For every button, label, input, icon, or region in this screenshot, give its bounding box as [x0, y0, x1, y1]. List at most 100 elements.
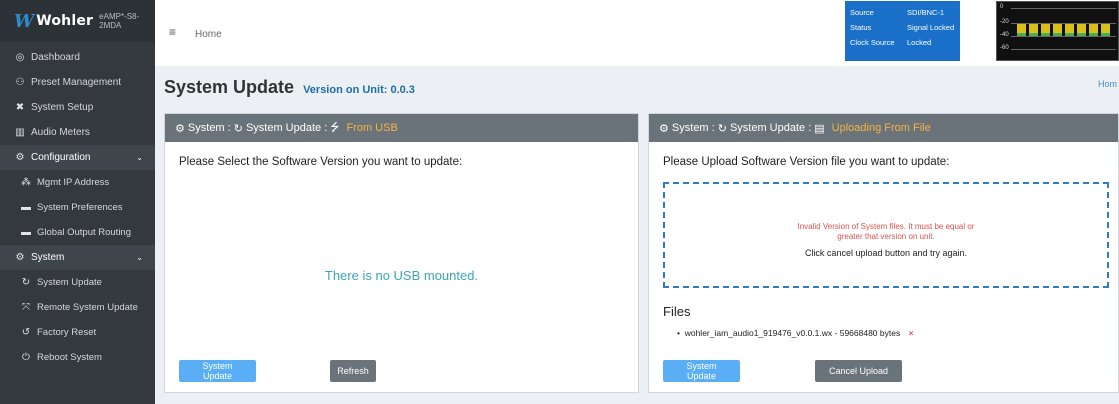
meter-scale-label: 0 [1000, 4, 1004, 10]
files-heading: Files [663, 304, 691, 319]
usb-update-panel: ⚙ System : ↻ System Update : ⭍ From USB … [164, 113, 639, 393]
remove-file-icon[interactable]: × [909, 328, 914, 338]
error-line: Invalid Version of System files. It must… [797, 222, 975, 231]
dashboard-icon: ◎ [15, 52, 25, 63]
signal-status-panel: Source SDI/BNC-1 Status Signal Locked Cl… [845, 1, 960, 61]
sidebar-item-label: Dashboard [31, 52, 80, 63]
chart-icon: ▥ [15, 127, 25, 138]
wohler-logo-text: Wohler [36, 13, 94, 29]
chevron-down-icon: ⌄ [136, 153, 143, 162]
power-icon: ⏻ [22, 352, 30, 363]
meter-gridline [1011, 49, 1116, 50]
meter-bar [1089, 24, 1098, 36]
gear-icon: ⚙ [15, 152, 25, 163]
meter-bar [1077, 24, 1086, 36]
sidebar-item-preset-management[interactable]: ⚇ Preset Management [0, 70, 155, 95]
remote-icon: ⤧ [22, 302, 30, 313]
system-update-button[interactable]: System Update [179, 360, 256, 382]
keyboard-icon: ▬ [21, 227, 31, 238]
sidebar-item-configuration[interactable]: ⚙ Configuration ⌄ [0, 145, 155, 170]
version-label: Version on Unit: 0.0.3 [303, 84, 415, 96]
sidebar-item-label: System Update [37, 277, 102, 288]
sidebar-item-remote-system-update[interactable]: ⤧ Remote System Update [0, 295, 155, 320]
undo-icon: ↺ [21, 327, 31, 338]
panel-header-source: From USB [346, 122, 398, 134]
sidebar-item-system[interactable]: ⚙ System ⌄ [0, 245, 155, 270]
status-row-status: Status Signal Locked [850, 20, 955, 35]
status-value: SDI/BNC-1 [907, 8, 945, 17]
page-title: System Update Version on Unit: 0.0.3 [164, 77, 415, 98]
sidebar-item-global-output-routing[interactable]: ▬ Global Output Routing [0, 220, 155, 245]
panel-header: ⚙ System : ↻ System Update : ⭍ From USB [165, 114, 638, 142]
sidebar-item-label: Factory Reset [37, 327, 97, 338]
meter-bar [1101, 24, 1110, 36]
sidebar-item-reboot-system[interactable]: ⏻ Reboot System [0, 345, 155, 370]
sidebar-item-system-setup[interactable]: ✖ System Setup [0, 95, 155, 120]
sidebar-item-label: System Preferences [37, 202, 123, 213]
sidebar-item-dashboard[interactable]: ◎ Dashboard [0, 45, 155, 70]
status-key: Source [850, 8, 874, 17]
network-icon: ⁂ [21, 177, 31, 188]
meter-bars [1017, 24, 1110, 36]
bullet: • [677, 328, 683, 338]
usb-icon: ⭍ [330, 121, 340, 134]
file-dropzone[interactable]: Invalid Version of System files. It must… [663, 182, 1109, 288]
sidebar-item-label: System Setup [31, 102, 94, 113]
gears-icon: ⚙ [175, 122, 188, 135]
upload-prompt: Please Upload Software Version file you … [663, 156, 950, 168]
keyboard-icon: ▬ [21, 202, 31, 213]
brand-logo[interactable]: W Wohler eAMP*-S8-2MDA [0, 0, 155, 42]
meter-bar [1029, 24, 1038, 36]
refresh-icon: ↻ [233, 122, 243, 135]
meter-gridline [1011, 36, 1116, 37]
refresh-button[interactable]: Refresh [330, 360, 376, 382]
panel-header-system: System : [187, 122, 231, 134]
sidebar-item-label: Reboot System [37, 352, 102, 363]
sidebar-item-label: Mgmt IP Address [37, 177, 110, 188]
gears-icon: ⚙ [15, 252, 25, 263]
cancel-upload-button[interactable]: Cancel Upload [815, 360, 902, 382]
version-error-message: Invalid Version of System files. It must… [665, 222, 1107, 242]
meter-bar [1017, 24, 1026, 36]
panel-body: Please Upload Software Version file you … [649, 142, 1118, 394]
status-value: Locked [907, 38, 932, 47]
no-usb-message: There is no USB mounted. [324, 268, 479, 283]
status-key: Clock Source [850, 38, 895, 47]
file-name: wohler_iam_audio1_919476_v0.0.1.wx - 596… [684, 328, 901, 338]
usb-prompt: Please Select the Software Version you w… [179, 156, 463, 168]
page-title-text: System Update [164, 77, 295, 97]
sidebar-item-label: System [31, 252, 65, 263]
panel-header: ⚙ System : ↻ System Update : ▤ Uploading… [649, 114, 1118, 142]
meter-bar [1065, 24, 1074, 36]
refresh-icon: ↻ [21, 277, 31, 288]
device-model: eAMP*-S8-2MDA [99, 12, 140, 30]
panel-body: Please Select the Software Version you w… [165, 142, 638, 394]
sidebar-item-system-update[interactable]: ↻ System Update [0, 270, 155, 295]
panel-header-system: System : [671, 122, 715, 134]
sidebar-item-factory-reset[interactable]: ↺ Factory Reset [0, 320, 155, 345]
sidebar-item-label: Configuration [31, 152, 91, 163]
panel-header-update: System Update : [245, 122, 328, 134]
panel-header-update: System Update : [729, 122, 812, 134]
status-row-source: Source SDI/BNC-1 [850, 5, 955, 20]
breadcrumb-home-link[interactable]: Hom [1098, 79, 1117, 89]
status-row-clock-source: Clock Source Locked [850, 35, 955, 50]
cancel-hint: Click cancel upload button and try again… [804, 248, 968, 258]
meter-gridline [1011, 8, 1116, 9]
meter-scale-label: -40 [1000, 32, 1009, 38]
panel-header-source: Uploading From File [831, 122, 931, 134]
meter-bar [1053, 24, 1062, 36]
sidebar-item-system-preferences[interactable]: ▬ System Preferences [0, 195, 155, 220]
menu-toggle-icon[interactable]: ≡ [169, 25, 176, 39]
wohler-logo-mark: W [14, 10, 35, 32]
meter-bar [1041, 24, 1050, 36]
sidebar-item-label: Audio Meters [31, 127, 90, 138]
sidebar-item-audio-meters[interactable]: ▥ Audio Meters [0, 120, 155, 145]
sidebar-item-mgmt-ip-address[interactable]: ⁂ Mgmt IP Address [0, 170, 155, 195]
audio-level-meter[interactable]: 0 -20 -40 -60 [996, 1, 1119, 61]
home-link[interactable]: Home [195, 29, 222, 40]
sidebar-item-label: Global Output Routing [37, 227, 132, 238]
sidebar-item-label: Remote System Update [37, 302, 138, 313]
users-icon: ⚇ [15, 77, 25, 88]
system-update-button[interactable]: System Update [663, 360, 740, 382]
